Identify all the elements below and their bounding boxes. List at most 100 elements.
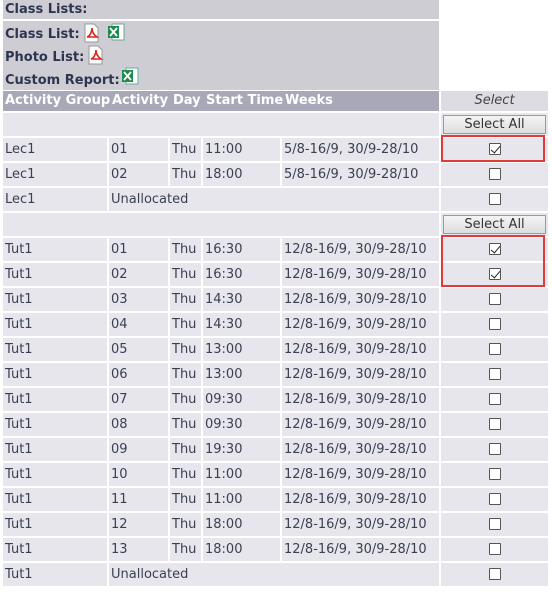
cell-activity: 05 (109, 338, 168, 361)
cell-activity-group: Tut1 (3, 338, 107, 361)
cell-day: Thu (170, 538, 201, 561)
col-activity-group: Activity Group (5, 93, 111, 108)
excel-icon[interactable] (121, 66, 139, 86)
cell-activity: Unallocated (109, 563, 439, 586)
select-cell (441, 163, 548, 186)
cell-activity-group: Tut1 (3, 238, 107, 261)
cell-activity: 03 (109, 288, 168, 311)
cell-start-time: 13:00 (203, 338, 280, 361)
col-weeks: Weeks (285, 93, 333, 108)
select-checkbox[interactable] (489, 468, 501, 480)
cell-day: Thu (170, 163, 201, 186)
select-checkbox[interactable] (489, 318, 501, 330)
table-header: Activity Group Activity Day Start Time W… (3, 91, 439, 111)
select-checkbox[interactable] (489, 368, 501, 380)
cell-weeks: 12/8-16/9, 30/9-28/10 (282, 513, 439, 536)
select-cell (441, 388, 548, 411)
cell-activity: 01 (109, 238, 168, 261)
cell-day: Thu (170, 488, 201, 511)
cell-activity-group: Lec1 (3, 138, 107, 161)
class-lists-links: Class List: Photo List: Custom Report: (3, 21, 439, 90)
select-checkbox[interactable] (489, 543, 501, 555)
cell-activity-group: Tut1 (3, 263, 107, 286)
cell-activity: 08 (109, 413, 168, 436)
cell-day: Thu (170, 413, 201, 436)
cell-activity-group: Tut1 (3, 363, 107, 386)
pdf-icon[interactable] (83, 23, 100, 43)
cell-activity: 13 (109, 538, 168, 561)
class-lists-header: Class Lists: (3, 0, 439, 19)
select-checkbox[interactable] (489, 393, 501, 405)
cell-activity-group: Tut1 (3, 313, 107, 336)
cell-day: Thu (170, 238, 201, 261)
cell-weeks: 12/8-16/9, 30/9-28/10 (282, 538, 439, 561)
select-checkbox[interactable] (489, 418, 501, 430)
select-checkbox[interactable] (489, 168, 501, 180)
cell-activity: 01 (109, 138, 168, 161)
cell-activity-group: Tut1 (3, 463, 107, 486)
cell-activity: 11 (109, 488, 168, 511)
select-all-button[interactable]: Select All (443, 115, 546, 134)
cell-day: Thu (170, 313, 201, 336)
cell-activity-group: Tut1 (3, 288, 107, 311)
cell-weeks: 12/8-16/9, 30/9-28/10 (282, 488, 439, 511)
cell-day: Thu (170, 513, 201, 536)
cell-start-time: 19:30 (203, 438, 280, 461)
excel-icon[interactable] (107, 22, 125, 42)
cell-activity-group: Tut1 (3, 538, 107, 561)
cell-weeks: 12/8-16/9, 30/9-28/10 (282, 338, 439, 361)
class-lists-title: Class Lists: (5, 2, 88, 17)
select-checkbox[interactable] (489, 568, 501, 580)
select-cell (441, 538, 548, 561)
col-start-time: Start Time (206, 93, 284, 108)
cell-start-time: 16:30 (203, 238, 280, 261)
cell-day: Thu (170, 338, 201, 361)
cell-day: Thu (170, 138, 201, 161)
cell-activity-group: Tut1 (3, 438, 107, 461)
pdf-icon[interactable] (87, 45, 104, 65)
cell-day: Thu (170, 288, 201, 311)
select-checkbox[interactable] (489, 343, 501, 355)
cell-start-time: 18:00 (203, 538, 280, 561)
select-cell (441, 363, 548, 386)
cell-activity: 12 (109, 513, 168, 536)
cell-start-time: 11:00 (203, 138, 280, 161)
col-activity: Activity (112, 93, 169, 108)
cell-activity: 09 (109, 438, 168, 461)
cell-activity-group: Lec1 (3, 163, 107, 186)
cell-start-time: 18:00 (203, 513, 280, 536)
select-checkbox[interactable] (489, 493, 501, 505)
select-all-button[interactable]: Select All (443, 215, 546, 234)
select-cell (441, 513, 548, 536)
col-day: Day (173, 93, 201, 108)
select-cell (441, 338, 548, 361)
cell-activity-group: Lec1 (3, 188, 107, 211)
col-select: Select (441, 91, 548, 111)
cell-start-time: 14:30 (203, 288, 280, 311)
cell-weeks: 12/8-16/9, 30/9-28/10 (282, 238, 439, 261)
cell-activity-group: Tut1 (3, 488, 107, 511)
select-cell (441, 413, 548, 436)
cell-activity-group: Tut1 (3, 388, 107, 411)
select-checkbox[interactable] (489, 443, 501, 455)
cell-activity: 02 (109, 163, 168, 186)
cell-activity: 06 (109, 363, 168, 386)
select-cell (441, 438, 548, 461)
cell-activity: Unallocated (109, 188, 439, 211)
cell-activity: 10 (109, 463, 168, 486)
select-checkbox[interactable] (489, 518, 501, 530)
cell-activity-group: Tut1 (3, 513, 107, 536)
cell-weeks: 12/8-16/9, 30/9-28/10 (282, 288, 439, 311)
cell-start-time: 18:00 (203, 163, 280, 186)
cell-weeks: 12/8-16/9, 30/9-28/10 (282, 363, 439, 386)
cell-start-time: 09:30 (203, 413, 280, 436)
select-cell (441, 563, 548, 586)
select-cell (441, 288, 548, 311)
cell-weeks: 12/8-16/9, 30/9-28/10 (282, 413, 439, 436)
cell-start-time: 09:30 (203, 388, 280, 411)
select-checkbox[interactable] (489, 293, 501, 305)
cell-activity: 04 (109, 313, 168, 336)
select-checkbox[interactable] (489, 193, 501, 205)
cell-weeks: 12/8-16/9, 30/9-28/10 (282, 313, 439, 336)
cell-start-time: 16:30 (203, 263, 280, 286)
